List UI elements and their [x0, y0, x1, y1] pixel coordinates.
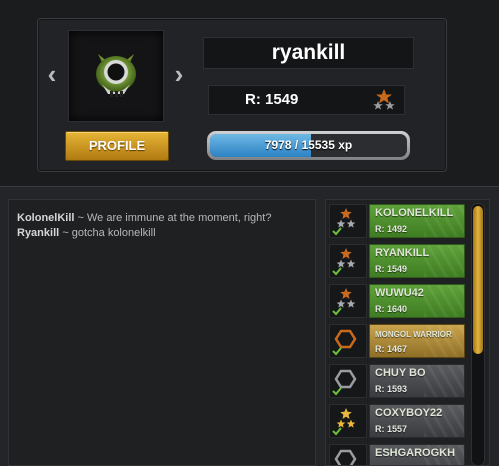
- player-name: COXYBOY22: [375, 407, 443, 419]
- chevron-right-icon[interactable]: ›: [171, 61, 187, 87]
- player-name: KOLONELKILL: [375, 207, 454, 219]
- player-name: CHUY BO: [375, 367, 426, 379]
- player-row[interactable]: RYANKILL R: 1549: [329, 244, 467, 278]
- rank-stars-icon: [373, 89, 395, 110]
- player-card[interactable]: CHUY BO R: 1593: [369, 364, 465, 398]
- player-row[interactable]: COXYBOY22 R: 1557: [329, 404, 467, 438]
- player-card[interactable]: WUWU42 R: 1640: [369, 284, 465, 318]
- scroll-thumb[interactable]: [473, 206, 483, 354]
- player-list: KOLONELKILL R: 1492 RYANKILL R: 1549 WUWU42 R…: [325, 199, 490, 466]
- chevron-left-icon[interactable]: ‹: [44, 61, 60, 87]
- player-row[interactable]: CHUY BO R: 1593: [329, 364, 467, 398]
- chat-separator: ~: [59, 227, 72, 239]
- chat-message: KolonelKill ~ We are immune at the momen…: [17, 211, 307, 226]
- chat-text: gotcha kolonelkill: [71, 227, 156, 239]
- player-rating: R: 1640: [375, 304, 408, 314]
- player-row[interactable]: ESHGAROGKH: [329, 444, 467, 465]
- rating-label: R: 1549: [245, 91, 299, 108]
- skull-avatar-icon: [96, 54, 136, 97]
- player-card[interactable]: RYANKILL R: 1549: [369, 244, 465, 278]
- chat-username: KolonelKill: [17, 212, 75, 224]
- rank-badge-icon: [329, 324, 367, 358]
- rank-badge-icon: [329, 284, 367, 318]
- rank-badge-icon: [329, 244, 367, 278]
- player-name: RYANKILL: [375, 247, 430, 259]
- player-name: WUWU42: [375, 287, 424, 299]
- rank-badge-icon: [329, 204, 367, 238]
- player-rating: R: 1492: [375, 224, 408, 234]
- player-card[interactable]: COXYBOY22 R: 1557: [369, 404, 465, 438]
- rank-badge-icon: [329, 404, 367, 438]
- avatar: [68, 30, 164, 122]
- player-row[interactable]: WUWU42 R: 1640: [329, 284, 467, 318]
- player-card[interactable]: MONGOL WARRIOR R: 1467: [369, 324, 465, 358]
- rank-badge-icon: [329, 364, 367, 398]
- player-rating: R: 1467: [375, 344, 408, 354]
- player-rating: R: 1549: [375, 264, 408, 274]
- chat-username: Ryankill: [17, 227, 60, 239]
- chat-message: Ryankill ~ gotcha kolonelkill: [17, 226, 307, 241]
- player-row[interactable]: KOLONELKILL R: 1492: [329, 204, 467, 238]
- chat-text: We are immune at the moment, right?: [87, 212, 272, 224]
- player-name: MONGOL WARRIOR: [375, 330, 452, 339]
- profile-button[interactable]: PROFILE: [65, 131, 169, 161]
- username-display: ryankill: [203, 37, 414, 69]
- player-rating: R: 1557: [375, 424, 408, 434]
- player-name: ESHGAROGKH: [375, 447, 456, 459]
- player-rating: R: 1593: [375, 384, 408, 394]
- xp-progress-text: 7978 / 15535 xp: [264, 138, 353, 152]
- rank-badge-icon: [329, 444, 367, 465]
- player-list-scrollbar[interactable]: [471, 203, 485, 466]
- rating-box: R: 1549: [208, 85, 405, 115]
- player-row[interactable]: MONGOL WARRIOR R: 1467: [329, 324, 467, 358]
- player-card[interactable]: ESHGAROGKH: [369, 444, 465, 465]
- xp-progress-bar: 7978 / 15535 xp: [207, 131, 410, 160]
- player-card[interactable]: KOLONELKILL R: 1492: [369, 204, 465, 238]
- chat-separator: ~: [74, 212, 87, 224]
- chat-log[interactable]: KolonelKill ~ We are immune at the momen…: [8, 199, 316, 466]
